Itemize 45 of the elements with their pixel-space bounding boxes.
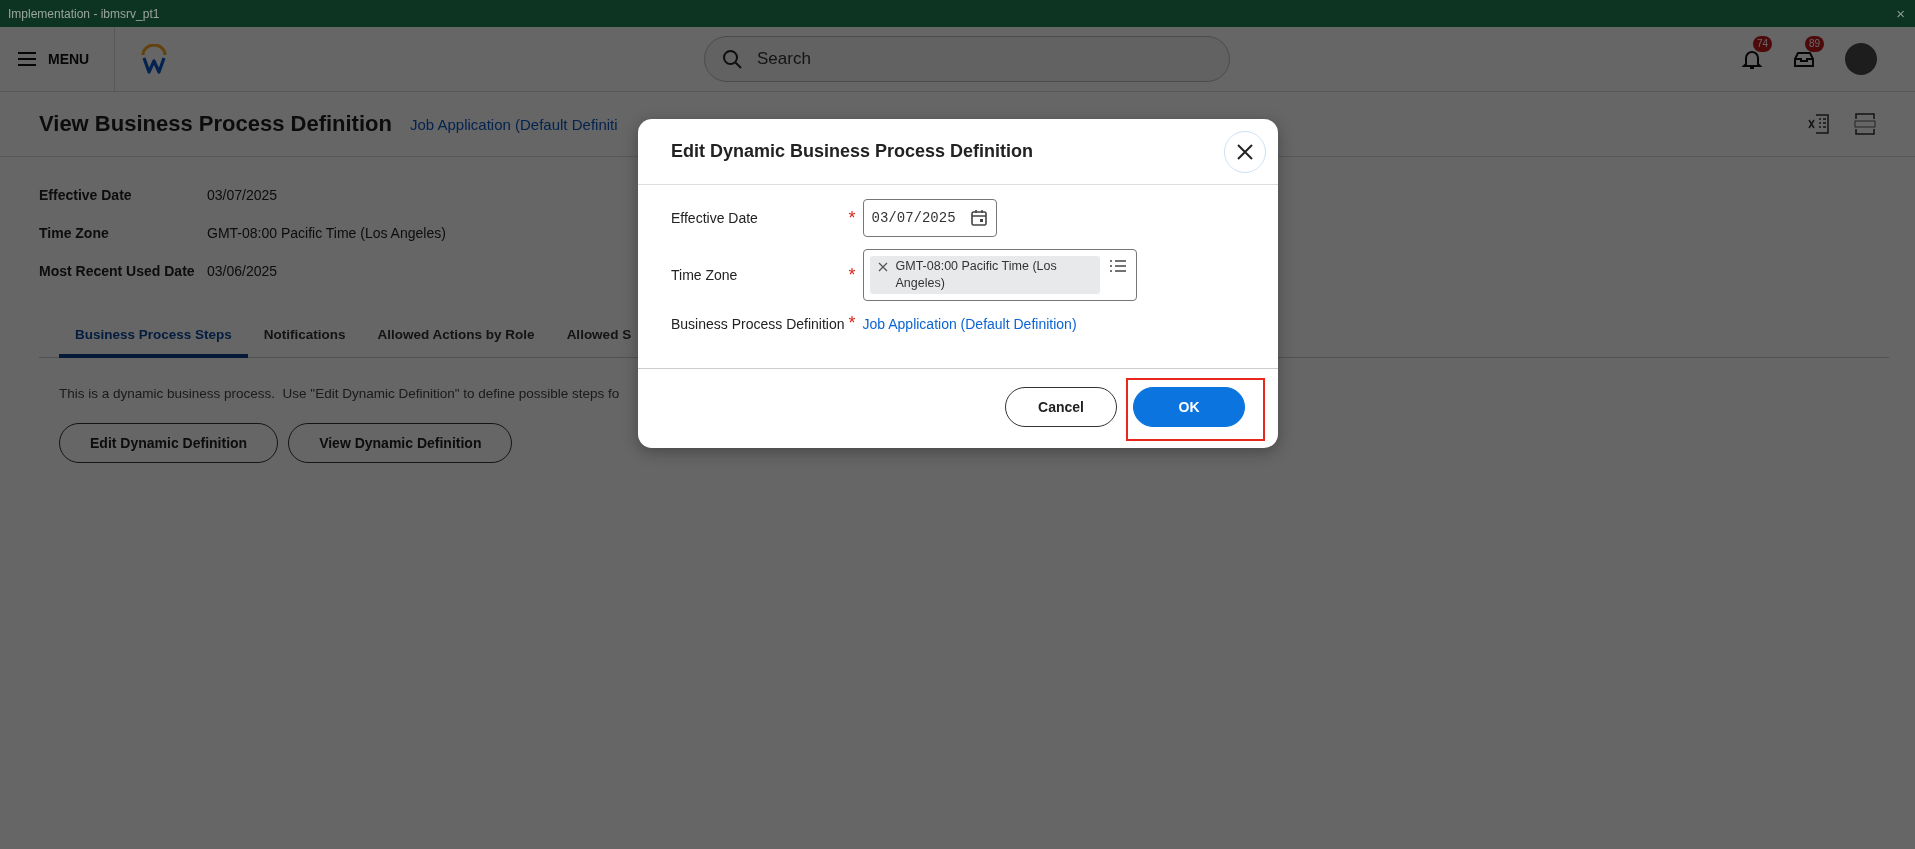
menu-button[interactable]: MENU [0,27,115,91]
menu-icon[interactable] [18,52,36,66]
action-button[interactable]: View Dynamic Definition [288,423,513,463]
close-button[interactable]: × [1894,5,1907,22]
required-mark: * [848,207,856,229]
remove-icon[interactable] [877,262,888,272]
close-icon[interactable] [1236,142,1254,161]
definition-link[interactable]: Job Application (Default Definiti [409,115,618,133]
field-label: Effective Date [671,210,759,226]
field-label: Time Zone [671,267,739,283]
logo-icon[interactable] [140,44,168,74]
tab[interactable]: Business Process Steps [59,317,248,358]
multiselect-field[interactable]: GMT-08:00 Pacific Time (Los Angeles) [862,249,1137,301]
page-title: View Business Process Definition [39,111,392,137]
required-mark: * [848,264,856,286]
count-badge: 89 [1805,36,1825,52]
field-label: Most Recent Used Date [39,263,195,279]
date-field[interactable]: 03/07/2025 [862,199,997,237]
dialog-title: Edit Dynamic Business Process Definition [671,141,1034,162]
field-value: 03/07/2025 [207,187,278,203]
description-text: This is a dynamic business process. Use "Edit Dynamic Definition" to define possible steps fo [59,386,620,401]
field-label: Effective Date [39,187,132,203]
cancel-button[interactable]: Cancel [1005,387,1117,427]
field-label: Time Zone [39,225,109,241]
pdf-export-icon[interactable] [1854,113,1876,135]
selected-item[interactable]: GMT-08:00 Pacific Time (Los Angeles) [869,256,1100,294]
field-label: Business Process Definition [671,315,846,332]
definition-link[interactable]: Job Application (Default Definition) [862,315,1077,332]
selected-item-text: GMT-08:00 Pacific Time (Los Angeles) [895,258,1058,292]
avatar[interactable] [1845,43,1877,75]
list-icon[interactable] [1109,259,1126,273]
calendar-icon[interactable] [969,209,988,227]
tab[interactable]: Notifications [247,317,362,358]
count-badge: 74 [1753,36,1773,52]
close-button[interactable] [1224,130,1266,173]
tab[interactable]: Allowed Actions by Role [361,317,551,358]
search-field[interactable]: Search [704,36,1230,82]
field-value: 03/06/2025 [207,263,278,279]
tab[interactable]: Allowed S [550,317,648,358]
window-title: Implementation - ibmsrv_pt1 [8,6,160,21]
required-mark: * [848,313,856,334]
bell-icon[interactable] [1741,48,1763,70]
ok-button[interactable]: OK [1133,387,1245,427]
excel-export-icon[interactable] [1808,113,1830,135]
action-button[interactable]: Edit Dynamic Definition [59,423,279,463]
